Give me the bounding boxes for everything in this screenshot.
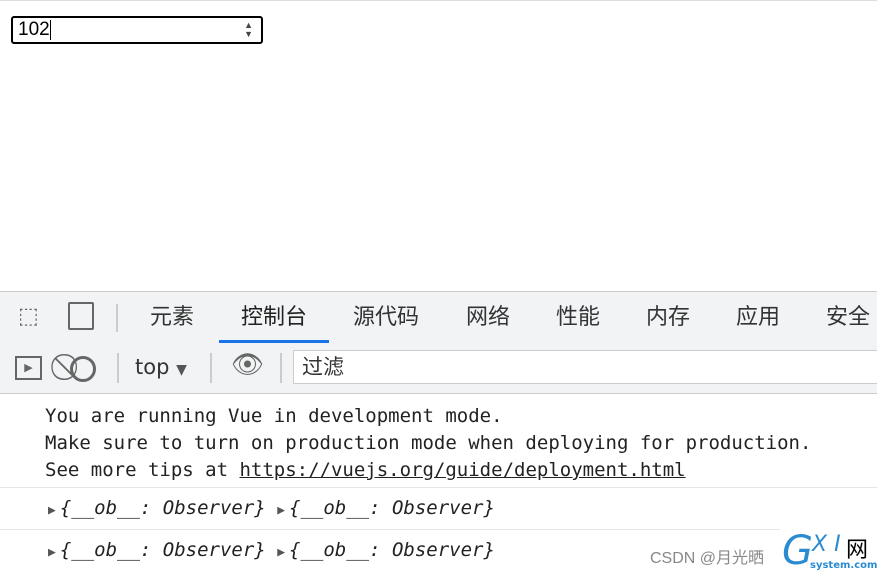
- expand-triangle-icon[interactable]: ▶: [48, 503, 56, 518]
- tab-console[interactable]: 控制台: [219, 292, 330, 343]
- tab-security[interactable]: 安全: [826, 292, 870, 343]
- console-log-row: ▶ {__ob__: Observer} ▶ {__ob__: Observer}: [0, 487, 877, 529]
- expand-triangle-icon[interactable]: ▶: [277, 545, 285, 560]
- watermark: CSDN @月光晒: [650, 550, 765, 567]
- tab-performance[interactable]: 性能: [556, 292, 600, 343]
- divider: [210, 353, 212, 383]
- expand-triangle-icon[interactable]: ▶: [277, 503, 285, 518]
- deployment-link[interactable]: https://vuejs.org/guide/deployment.html: [239, 459, 685, 481]
- divider: [280, 353, 282, 383]
- filter-input[interactable]: 过滤: [293, 350, 877, 384]
- site-logo: GX I 网 system.com: [780, 528, 877, 576]
- clear-console-icon[interactable]: [70, 356, 96, 382]
- divider: [116, 304, 118, 332]
- tab-application[interactable]: 应用: [736, 292, 780, 343]
- expand-triangle-icon[interactable]: ▶: [48, 545, 56, 560]
- eye-icon[interactable]: 👁: [231, 350, 264, 380]
- divider: [117, 353, 119, 383]
- dropdown-arrow-icon: ▼: [176, 362, 187, 378]
- spinner-arrows-icon[interactable]: ▲ ▼: [244, 21, 253, 39]
- inspect-element-icon[interactable]: ⬚: [18, 304, 39, 329]
- device-toolbar-icon[interactable]: [68, 302, 94, 330]
- tab-network[interactable]: 网络: [466, 292, 510, 343]
- console-toolbar: ▶ ⃠ top ▼ 👁 过滤: [0, 343, 877, 394]
- tab-elements[interactable]: 元素: [150, 292, 194, 343]
- number-input[interactable]: 102 ▲ ▼: [11, 16, 263, 44]
- sidebar-toggle-icon[interactable]: ▶: [15, 356, 42, 380]
- divider: [0, 0, 877, 1]
- tab-memory[interactable]: 内存: [646, 292, 690, 343]
- tab-sources[interactable]: 源代码: [353, 292, 419, 343]
- vue-dev-message: You are running Vue in development mode.…: [45, 405, 812, 481]
- context-select[interactable]: top ▼: [135, 355, 187, 379]
- devtools-tabbar: ⬚ 元素 控制台 源代码 网络 性能 内存 应用 安全: [0, 291, 877, 344]
